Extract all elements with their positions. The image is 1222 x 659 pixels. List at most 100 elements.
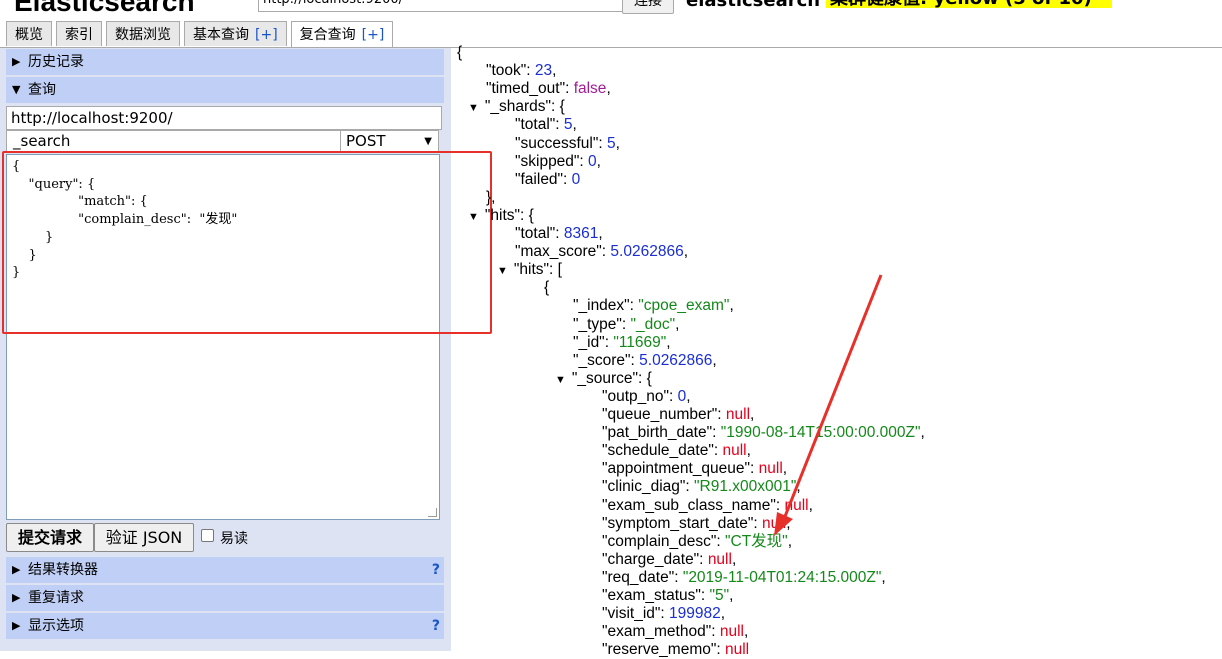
json-punct: , (552, 62, 557, 80)
easy-read-checkbox[interactable] (201, 529, 214, 542)
expand-right-icon: ▶ (12, 563, 21, 576)
submit-request-button[interactable]: 提交请求 (6, 523, 94, 552)
json-value: false (573, 80, 607, 98)
json-key: "hits": [ (513, 261, 562, 279)
collapse-toggle-icon[interactable]: ▼ (468, 102, 479, 114)
result-transformer-label: 结果转换器 (28, 562, 98, 578)
tab-label: 基本查询 (193, 27, 249, 43)
json-key: "schedule_date": (602, 442, 723, 460)
json-value: 8361 (563, 225, 599, 242)
expand-right-icon: ▶ (12, 591, 21, 604)
easy-read-label: 易读 (220, 531, 248, 547)
json-key: "outp_no": (602, 387, 678, 405)
json-punct: , (683, 243, 689, 261)
json-punct: , (598, 225, 603, 242)
json-line[interactable]: ▼ "_source": { (555, 370, 652, 389)
json-punct: , (782, 460, 788, 478)
tab-label: 概览 (15, 27, 43, 43)
history-section-header[interactable]: ▶ 历史记录 (6, 49, 444, 75)
tab-indices[interactable]: 索引 (56, 21, 102, 46)
query-url-input[interactable]: http://localhost:9200/ (6, 106, 442, 130)
json-value: 199982 (669, 605, 721, 623)
tab-add-button[interactable]: [+] (362, 27, 385, 43)
tab-compound-query[interactable]: 复合查询 [+] (290, 21, 394, 48)
json-line: "_score": 5.0262866, (573, 352, 717, 370)
tab-add-button[interactable]: [+] (255, 27, 278, 43)
json-line: "exam_method": null, (602, 623, 748, 641)
collapse-toggle-icon[interactable]: ▼ (468, 211, 479, 223)
json-line: "reserve_memo": null (602, 641, 749, 659)
json-punct: , (675, 315, 680, 333)
json-key: "took": (486, 62, 535, 80)
json-line: "symptom_start_date": null, (602, 515, 791, 533)
json-line: "skipped": 0, (515, 153, 601, 171)
expand-right-icon: ▶ (12, 619, 21, 632)
help-icon[interactable]: ? (432, 557, 440, 583)
json-key: "total": (515, 225, 564, 242)
json-key: { (544, 279, 550, 297)
json-line: "pat_birth_date": "1990-08-14T15:00:00.0… (602, 424, 925, 442)
json-value: "11669" (613, 333, 667, 351)
json-value: "1990-08-14T15:00:00.000Z" (720, 424, 921, 442)
json-key: "exam_status": (602, 587, 710, 604)
query-path-input[interactable]: _search (6, 130, 342, 152)
json-line: "exam_status": "5", (602, 587, 733, 605)
json-value: 5.0262866 (610, 243, 684, 261)
connect-button[interactable]: 连接 (622, 0, 674, 14)
json-line: { (457, 44, 462, 62)
json-key: "max_score": (515, 243, 611, 261)
json-line: "_index": "cpoe_exam", (573, 297, 734, 315)
json-value: null (707, 550, 732, 568)
json-punct: , (712, 351, 717, 369)
collapse-toggle-icon[interactable]: ▼ (497, 265, 508, 277)
collapse-toggle-icon[interactable]: ▼ (555, 374, 566, 386)
json-key: "symptom_start_date": (602, 514, 763, 532)
http-method-select[interactable]: POST ▼ (340, 130, 439, 152)
tab-label: 复合查询 (299, 27, 356, 43)
app-brand: Elasticsearch (14, 0, 195, 17)
json-line: "complain_desc": "CT发现", (602, 533, 792, 551)
cluster-name: elasticsearch (686, 0, 821, 11)
json-line: "took": 23, (486, 62, 556, 80)
json-key: "_id": (573, 333, 614, 351)
json-line[interactable]: ▼ "hits": [ (497, 261, 562, 280)
json-key: "exam_method": (602, 623, 720, 641)
tab-bar: 概览 索引 数据浏览 基本查询 [+] 复合查询 [+] (6, 21, 397, 48)
json-punct: , (746, 442, 751, 460)
json-value: null (722, 442, 747, 460)
json-line: "clinic_diag": "R91.x00x001", (602, 478, 801, 496)
json-value: "_doc" (630, 315, 676, 333)
json-value: 0 (571, 170, 581, 188)
json-key: "visit_id": (602, 605, 669, 623)
tab-browser[interactable]: 数据浏览 (106, 21, 180, 46)
json-punct: , (720, 605, 726, 623)
tab-overview[interactable]: 概览 (6, 21, 52, 46)
help-icon[interactable]: ? (432, 613, 440, 639)
json-line: "queue_number": null, (602, 406, 754, 424)
json-punct: , (787, 532, 792, 550)
result-transformer-header[interactable]: ▶ 结果转换器 ? (6, 557, 444, 583)
json-key: "timed_out": (486, 80, 574, 98)
json-punct: , (606, 80, 611, 98)
display-options-header[interactable]: ▶ 显示选项 ? (6, 613, 444, 639)
json-line[interactable]: ▼ "hits": { (468, 207, 534, 226)
json-punct: , (686, 387, 691, 405)
cluster-url-input[interactable]: http://localhost:9200/ (258, 0, 624, 12)
json-key: { (457, 44, 463, 61)
json-line[interactable]: ▼ "_shards": { (468, 98, 565, 117)
display-options-label: 显示选项 (28, 618, 84, 634)
validate-json-button[interactable]: 验证 JSON (94, 523, 194, 552)
json-punct: , (596, 152, 601, 170)
json-value: "cpoe_exam" (638, 297, 730, 315)
tab-label: 数据浏览 (115, 27, 171, 43)
query-section-header[interactable]: ▼ 查询 (6, 77, 444, 103)
resize-grip-icon[interactable] (428, 508, 437, 517)
json-key: "successful": (515, 134, 607, 152)
json-value: "2019-11-04T01:24:15.000Z" (682, 568, 882, 586)
json-punct: , (743, 623, 749, 641)
json-value: 0 (677, 387, 687, 405)
tab-basic-query[interactable]: 基本查询 [+] (184, 21, 287, 46)
repeat-request-header[interactable]: ▶ 重复请求 (6, 585, 444, 611)
json-value: 5.0262866 (639, 351, 713, 369)
json-punct: , (572, 116, 577, 134)
